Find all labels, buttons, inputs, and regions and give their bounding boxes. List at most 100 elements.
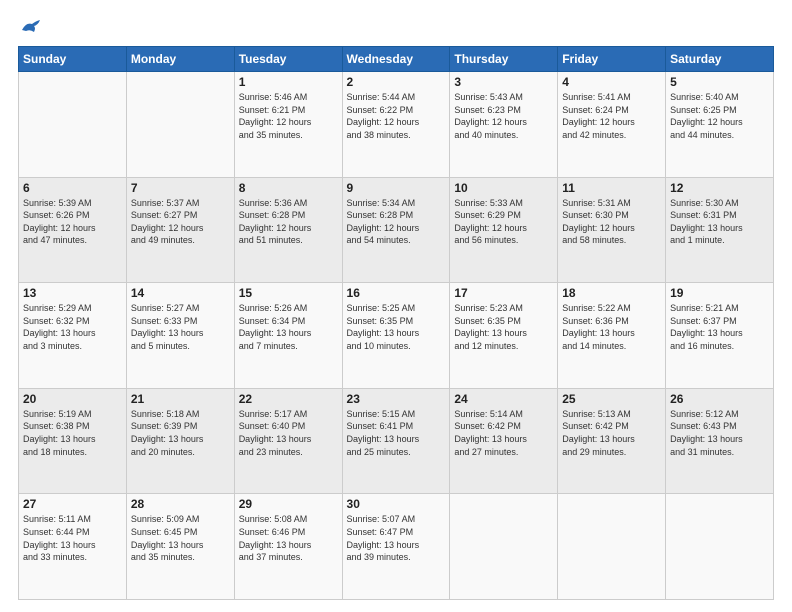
- table-row: 10Sunrise: 5:33 AM Sunset: 6:29 PM Dayli…: [450, 177, 558, 283]
- day-number: 22: [239, 392, 338, 406]
- header: [18, 18, 774, 36]
- day-info: Sunrise: 5:22 AM Sunset: 6:36 PM Dayligh…: [562, 302, 661, 352]
- col-saturday: Saturday: [666, 47, 774, 72]
- day-info: Sunrise: 5:29 AM Sunset: 6:32 PM Dayligh…: [23, 302, 122, 352]
- day-number: 3: [454, 75, 553, 89]
- table-row: 3 Sunrise: 5:43 AM Sunset: 6:23 PM Daylig…: [450, 72, 558, 178]
- table-row: 20 Sunrise: 5:19 AM Sunset: 6:38 PM Dayli…: [19, 388, 127, 494]
- col-thursday: Thursday: [450, 47, 558, 72]
- table-row: 9 Sunrise: 5:34 AM Sunset: 6:28 PM Daylig…: [342, 177, 450, 283]
- col-friday: Friday: [558, 47, 666, 72]
- table-row: 18 Sunrise: 5:22 AM Sunset: 6:36 PM Dayli…: [558, 283, 666, 389]
- table-row: 30 Sunrise: 5:07 AM Sunset: 6:47 PM Dayli…: [342, 494, 450, 600]
- day-info: Sunrise: 5:07 AM Sunset: 6:47 PM Dayligh…: [347, 513, 446, 563]
- table-row: [126, 72, 234, 178]
- day-number: 5: [670, 75, 769, 89]
- table-row: 4Sunrise: 5:41 AM Sunset: 6:24 PM Daylig…: [558, 72, 666, 178]
- day-number: 11: [562, 181, 661, 195]
- calendar-week-row: 20 Sunrise: 5:19 AM Sunset: 6:38 PM Dayli…: [19, 388, 774, 494]
- day-number: 26: [670, 392, 769, 406]
- day-info: Sunrise: 5:13 AM Sunset: 6:42 PM Dayligh…: [562, 408, 661, 458]
- day-info: Sunrise: 5:46 AM Sunset: 6:21 PM Dayligh…: [239, 91, 338, 141]
- table-row: 2 Sunrise: 5:44 AM Sunset: 6:22 PM Daylig…: [342, 72, 450, 178]
- day-number: 20: [23, 392, 122, 406]
- table-row: 19 Sunrise: 5:21 AM Sunset: 6:37 PM Dayli…: [666, 283, 774, 389]
- day-number: 19: [670, 286, 769, 300]
- day-number: 2: [347, 75, 446, 89]
- day-number: 21: [131, 392, 230, 406]
- day-number: 28: [131, 497, 230, 511]
- day-number: 1: [239, 75, 338, 89]
- table-row: 23 Sunrise: 5:15 AM Sunset: 6:41 PM Dayli…: [342, 388, 450, 494]
- table-row: [450, 494, 558, 600]
- table-row: 25Sunrise: 5:13 AM Sunset: 6:42 PM Dayli…: [558, 388, 666, 494]
- table-row: 21 Sunrise: 5:18 AM Sunset: 6:39 PM Dayli…: [126, 388, 234, 494]
- col-sunday: Sunday: [19, 47, 127, 72]
- day-info: Sunrise: 5:36 AM Sunset: 6:28 PM Dayligh…: [239, 197, 338, 247]
- day-info: Sunrise: 5:17 AM Sunset: 6:40 PM Dayligh…: [239, 408, 338, 458]
- table-row: 1 Sunrise: 5:46 AM Sunset: 6:21 PM Daylig…: [234, 72, 342, 178]
- table-row: 17 Sunrise: 5:23 AM Sunset: 6:35 PM Dayli…: [450, 283, 558, 389]
- day-info: Sunrise: 5:34 AM Sunset: 6:28 PM Dayligh…: [347, 197, 446, 247]
- table-row: 15 Sunrise: 5:26 AM Sunset: 6:34 PM Dayli…: [234, 283, 342, 389]
- table-row: 7 Sunrise: 5:37 AM Sunset: 6:27 PM Daylig…: [126, 177, 234, 283]
- day-number: 7: [131, 181, 230, 195]
- col-monday: Monday: [126, 47, 234, 72]
- day-number: 24: [454, 392, 553, 406]
- col-wednesday: Wednesday: [342, 47, 450, 72]
- day-number: 17: [454, 286, 553, 300]
- day-info: Sunrise: 5:44 AM Sunset: 6:22 PM Dayligh…: [347, 91, 446, 141]
- day-info: Sunrise: 5:25 AM Sunset: 6:35 PM Dayligh…: [347, 302, 446, 352]
- day-info: Sunrise: 5:27 AM Sunset: 6:33 PM Dayligh…: [131, 302, 230, 352]
- day-info: Sunrise: 5:08 AM Sunset: 6:46 PM Dayligh…: [239, 513, 338, 563]
- table-row: 27 Sunrise: 5:11 AM Sunset: 6:44 PM Dayli…: [19, 494, 127, 600]
- table-row: 28 Sunrise: 5:09 AM Sunset: 6:45 PM Dayli…: [126, 494, 234, 600]
- day-info: Sunrise: 5:39 AM Sunset: 6:26 PM Dayligh…: [23, 197, 122, 247]
- col-tuesday: Tuesday: [234, 47, 342, 72]
- day-info: Sunrise: 5:23 AM Sunset: 6:35 PM Dayligh…: [454, 302, 553, 352]
- day-info: Sunrise: 5:41 AM Sunset: 6:24 PM Dayligh…: [562, 91, 661, 141]
- table-row: 12 Sunrise: 5:30 AM Sunset: 6:31 PM Dayli…: [666, 177, 774, 283]
- day-info: Sunrise: 5:43 AM Sunset: 6:23 PM Dayligh…: [454, 91, 553, 141]
- day-number: 13: [23, 286, 122, 300]
- day-info: Sunrise: 5:15 AM Sunset: 6:41 PM Dayligh…: [347, 408, 446, 458]
- day-info: Sunrise: 5:19 AM Sunset: 6:38 PM Dayligh…: [23, 408, 122, 458]
- table-row: [558, 494, 666, 600]
- logo-bird-icon: [20, 18, 42, 36]
- table-row: 6 Sunrise: 5:39 AM Sunset: 6:26 PM Daylig…: [19, 177, 127, 283]
- table-row: 14Sunrise: 5:27 AM Sunset: 6:33 PM Dayli…: [126, 283, 234, 389]
- day-info: Sunrise: 5:09 AM Sunset: 6:45 PM Dayligh…: [131, 513, 230, 563]
- day-info: Sunrise: 5:31 AM Sunset: 6:30 PM Dayligh…: [562, 197, 661, 247]
- table-row: 11 Sunrise: 5:31 AM Sunset: 6:30 PM Dayli…: [558, 177, 666, 283]
- day-number: 29: [239, 497, 338, 511]
- calendar-week-row: 13 Sunrise: 5:29 AM Sunset: 6:32 PM Dayli…: [19, 283, 774, 389]
- day-number: 18: [562, 286, 661, 300]
- page: Sunday Monday Tuesday Wednesday Thursday…: [0, 0, 792, 612]
- day-info: Sunrise: 5:12 AM Sunset: 6:43 PM Dayligh…: [670, 408, 769, 458]
- table-row: 8 Sunrise: 5:36 AM Sunset: 6:28 PM Daylig…: [234, 177, 342, 283]
- day-info: Sunrise: 5:37 AM Sunset: 6:27 PM Dayligh…: [131, 197, 230, 247]
- table-row: 16 Sunrise: 5:25 AM Sunset: 6:35 PM Dayli…: [342, 283, 450, 389]
- table-row: [19, 72, 127, 178]
- day-number: 27: [23, 497, 122, 511]
- day-number: 12: [670, 181, 769, 195]
- day-number: 15: [239, 286, 338, 300]
- day-number: 8: [239, 181, 338, 195]
- day-info: Sunrise: 5:21 AM Sunset: 6:37 PM Dayligh…: [670, 302, 769, 352]
- day-number: 10: [454, 181, 553, 195]
- logo: [18, 18, 42, 36]
- calendar-week-row: 1 Sunrise: 5:46 AM Sunset: 6:21 PM Daylig…: [19, 72, 774, 178]
- table-row: 24Sunrise: 5:14 AM Sunset: 6:42 PM Dayli…: [450, 388, 558, 494]
- calendar-week-row: 6 Sunrise: 5:39 AM Sunset: 6:26 PM Daylig…: [19, 177, 774, 283]
- day-number: 30: [347, 497, 446, 511]
- table-row: 22 Sunrise: 5:17 AM Sunset: 6:40 PM Dayli…: [234, 388, 342, 494]
- day-number: 23: [347, 392, 446, 406]
- day-number: 9: [347, 181, 446, 195]
- day-number: 6: [23, 181, 122, 195]
- day-info: Sunrise: 5:26 AM Sunset: 6:34 PM Dayligh…: [239, 302, 338, 352]
- calendar-table: Sunday Monday Tuesday Wednesday Thursday…: [18, 46, 774, 600]
- day-info: Sunrise: 5:30 AM Sunset: 6:31 PM Dayligh…: [670, 197, 769, 247]
- day-info: Sunrise: 5:11 AM Sunset: 6:44 PM Dayligh…: [23, 513, 122, 563]
- day-info: Sunrise: 5:18 AM Sunset: 6:39 PM Dayligh…: [131, 408, 230, 458]
- day-number: 16: [347, 286, 446, 300]
